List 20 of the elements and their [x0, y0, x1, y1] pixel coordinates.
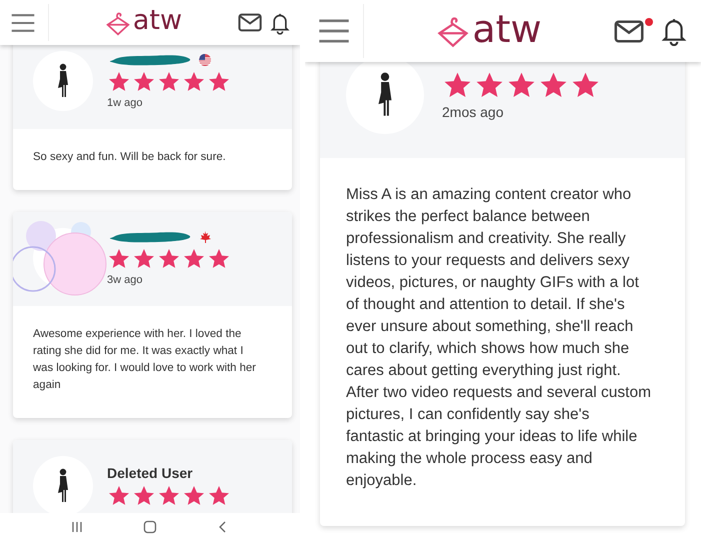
review-text: Miss A is an amazing content creator who strikes the perfect balance between professionalism and creativity. She really listens to your requests and delivers sexy videos, pictures, or naughty GIFs with a lot of thought and attention to detail. If she's ever unsure about something, she'll reach out to clarify, which shows how much she cares about getting everything just right. After two video requests and several custom pictures, I can confidently say she's fantastic at bringing your ideas to life while making the whole process easy and enjoyable. [346, 185, 651, 491]
review-text: So sexy and fun. Will be back for sure. [33, 150, 227, 165]
recent-apps-icon[interactable] [70, 520, 84, 534]
maple-leaf-icon [199, 231, 211, 243]
home-icon[interactable] [142, 520, 157, 534]
menu-icon[interactable] [10, 12, 36, 32]
hanger-icon [104, 10, 131, 36]
review-time: 3w ago [107, 274, 144, 286]
review-time: 2mos ago [442, 104, 504, 120]
logo[interactable]: atw [132, 7, 182, 38]
reviewer-name: Deleted User [107, 464, 194, 480]
mail-icon[interactable] [238, 13, 262, 32]
logo[interactable]: atw [472, 10, 542, 52]
flag-icon [199, 54, 211, 66]
unread-dot [645, 18, 653, 26]
mail-icon[interactable] [614, 20, 644, 42]
notification-icon[interactable] [661, 16, 687, 46]
review-text: Awesome experience with her. I loved the rating she did for me. It was exactly what I was looking for. I would love to work with her again [33, 327, 257, 393]
review-time: 1w ago [107, 97, 144, 109]
menu-icon[interactable] [317, 18, 351, 44]
